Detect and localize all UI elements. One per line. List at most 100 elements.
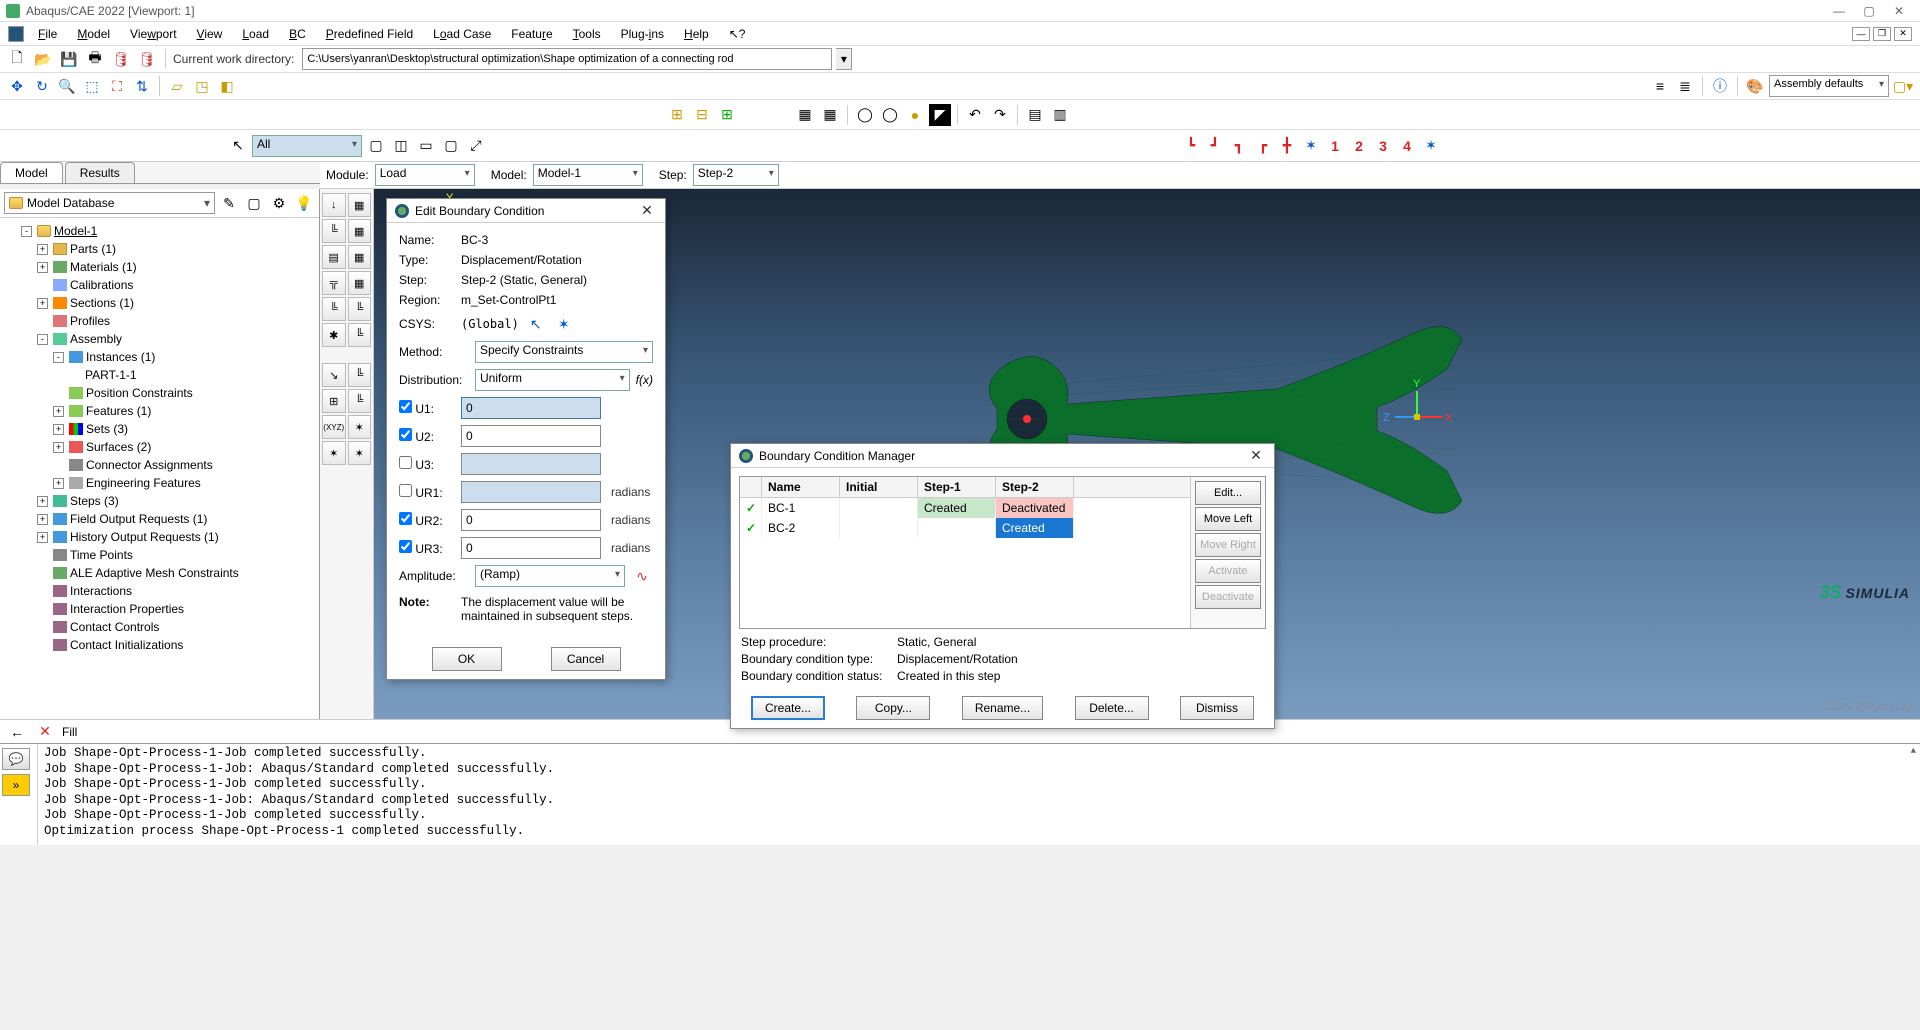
f2-icon[interactable]: ◫	[390, 135, 412, 157]
menu-help[interactable]: Help	[674, 24, 719, 44]
tree-node[interactable]: Contact Controls	[2, 618, 317, 636]
menu-plugins[interactable]: Plug-ins	[611, 24, 674, 44]
bc-table-row[interactable]: ✓BC-1CreatedDeactivated	[740, 498, 1190, 518]
tree-node[interactable]: -Instances (1)	[2, 348, 317, 366]
assembly-defaults-combo[interactable]: Assembly defaults	[1769, 75, 1889, 97]
tree-node[interactable]: +Steps (3)	[2, 492, 317, 510]
ur2-input[interactable]	[461, 509, 601, 531]
menu-tools[interactable]: Tools	[563, 24, 611, 44]
tree-expand-icon[interactable]: +	[37, 298, 48, 309]
tree-node[interactable]: +Engineering Features	[2, 474, 317, 492]
vtb-8[interactable]: ▦	[348, 271, 372, 295]
tree-node[interactable]: +Materials (1)	[2, 258, 317, 276]
vtb-11[interactable]: ✱	[322, 323, 346, 347]
tree-btn-1-icon[interactable]: ✎	[218, 192, 240, 214]
bc-dismiss-button[interactable]: Dismiss	[1180, 696, 1254, 720]
tree-btn-3-icon[interactable]: ⚙	[268, 192, 290, 214]
grid1-icon[interactable]: ⊞	[666, 104, 688, 126]
cs6-icon[interactable]: ✶	[1300, 135, 1322, 157]
amplitude-combo[interactable]: (Ramp)	[475, 565, 625, 587]
vtb-7[interactable]: ╦	[322, 271, 346, 295]
vtb-2[interactable]: ▦	[348, 193, 372, 217]
bc-rename----button[interactable]: Rename...	[962, 696, 1043, 720]
vtb-18[interactable]: ✶	[348, 415, 372, 439]
menu-viewport[interactable]: Viewport	[120, 24, 187, 44]
f1-icon[interactable]: ▢	[365, 135, 387, 157]
grid3-icon[interactable]: ⊞	[716, 104, 738, 126]
vtb-9[interactable]: ╚	[322, 297, 346, 321]
back-icon[interactable]: ←	[6, 721, 28, 743]
u2-checkbox[interactable]: U2:	[399, 428, 455, 444]
menu-predefined-field[interactable]: Predefined Field	[316, 24, 423, 44]
u1-input[interactable]	[461, 397, 601, 419]
message-text[interactable]: Job Shape-Opt-Process-1-Job completed su…	[38, 744, 1920, 845]
vtb-4[interactable]: ▦	[348, 219, 372, 243]
u2-input[interactable]	[461, 425, 601, 447]
csys-pick-icon[interactable]: ↖	[525, 313, 547, 335]
cancel-x-icon[interactable]: ✕	[34, 721, 56, 743]
edit-bc-close-button[interactable]: ✕	[637, 202, 657, 219]
vtb-3[interactable]: ╚	[322, 219, 346, 243]
tree-btn-4-icon[interactable]: 💡	[293, 192, 315, 214]
f5-icon[interactable]: ⤢	[465, 135, 487, 157]
f3-icon[interactable]: ▭	[415, 135, 437, 157]
undo-icon[interactable]: ↶	[964, 104, 986, 126]
tree-node[interactable]: +History Output Requests (1)	[2, 528, 317, 546]
minimize-window-button[interactable]: —	[1824, 4, 1854, 18]
vtb-17[interactable]: (XYZ)	[322, 415, 346, 439]
workdir-dropdown-icon[interactable]: ▾	[836, 48, 852, 70]
bc-manager-close-button[interactable]: ✕	[1246, 447, 1266, 464]
tree-expand-icon[interactable]: +	[37, 262, 48, 273]
menu-feature[interactable]: Feature	[501, 24, 562, 44]
vtb-1[interactable]: ↓	[322, 193, 346, 217]
cs5-icon[interactable]: ╋	[1276, 135, 1298, 157]
tree-node[interactable]: Profiles	[2, 312, 317, 330]
database-2-icon[interactable]: 🛢	[136, 48, 158, 70]
vtb-20[interactable]: ✶	[348, 441, 372, 465]
tab-results[interactable]: Results	[65, 162, 135, 183]
ur3-checkbox[interactable]: UR3:	[399, 540, 455, 556]
palette-icon[interactable]: 🎨	[1744, 75, 1766, 97]
rotate-icon[interactable]: ↻	[31, 75, 53, 97]
menu-load-case[interactable]: Load Case	[423, 24, 501, 44]
step-combo[interactable]: Step-2	[693, 164, 779, 186]
x4-icon[interactable]: ◯	[879, 104, 901, 126]
ur2-checkbox[interactable]: UR2:	[399, 512, 455, 528]
tree-node[interactable]: Interactions	[2, 582, 317, 600]
tree-node[interactable]: +Features (1)	[2, 402, 317, 420]
tree-node[interactable]: -Model-1	[2, 222, 317, 240]
vtb-5[interactable]: ▤	[322, 245, 346, 269]
module-combo[interactable]: Load	[375, 164, 475, 186]
vtb-15[interactable]: ⊞	[322, 389, 346, 413]
menu-file[interactable]: File	[28, 24, 67, 44]
pan-icon[interactable]: ✥	[6, 75, 28, 97]
zoom-icon[interactable]: 🔍	[56, 75, 78, 97]
bc-delete----button[interactable]: Delete...	[1075, 696, 1149, 720]
tree-expand-icon[interactable]: +	[53, 478, 64, 489]
tree-expand-icon[interactable]: -	[21, 226, 32, 237]
num2-button[interactable]: 2	[1348, 135, 1370, 157]
layers-icon[interactable]: ▤	[1024, 104, 1046, 126]
ur1-input[interactable]	[461, 481, 601, 503]
tree-node[interactable]: Contact Initializations	[2, 636, 317, 654]
info-icon[interactable]: ⓘ	[1709, 75, 1731, 97]
tree-node[interactable]: Interaction Properties	[2, 600, 317, 618]
tree-node[interactable]: Position Constraints	[2, 384, 317, 402]
menu-whats-this-icon[interactable]: ↖?	[719, 24, 756, 44]
close-window-button[interactable]: ✕	[1884, 4, 1914, 18]
app-menu-icon[interactable]	[8, 26, 24, 42]
model-tree[interactable]: -Model-1+Parts (1)+Materials (1)Calibrat…	[0, 218, 319, 719]
print-icon[interactable]: 🖶	[84, 48, 106, 70]
bc-table-row[interactable]: ✓BC-2Created	[740, 518, 1190, 538]
distribution-combo[interactable]: Uniform	[475, 369, 630, 391]
render-box-icon[interactable]: ▢▾	[1892, 75, 1914, 97]
tree-node[interactable]: PART-1-1	[2, 366, 317, 384]
x3-icon[interactable]: ◯	[854, 104, 876, 126]
menu-model[interactable]: Model	[67, 24, 120, 44]
u1-checkbox[interactable]: U1:	[399, 400, 455, 416]
vtb-16[interactable]: ╚	[348, 389, 372, 413]
edit-bc-cancel-button[interactable]: Cancel	[551, 647, 621, 671]
x2-icon[interactable]: ▦	[819, 104, 841, 126]
tree-node[interactable]: Connector Assignments	[2, 456, 317, 474]
shaded-icon[interactable]: ◧	[216, 75, 238, 97]
